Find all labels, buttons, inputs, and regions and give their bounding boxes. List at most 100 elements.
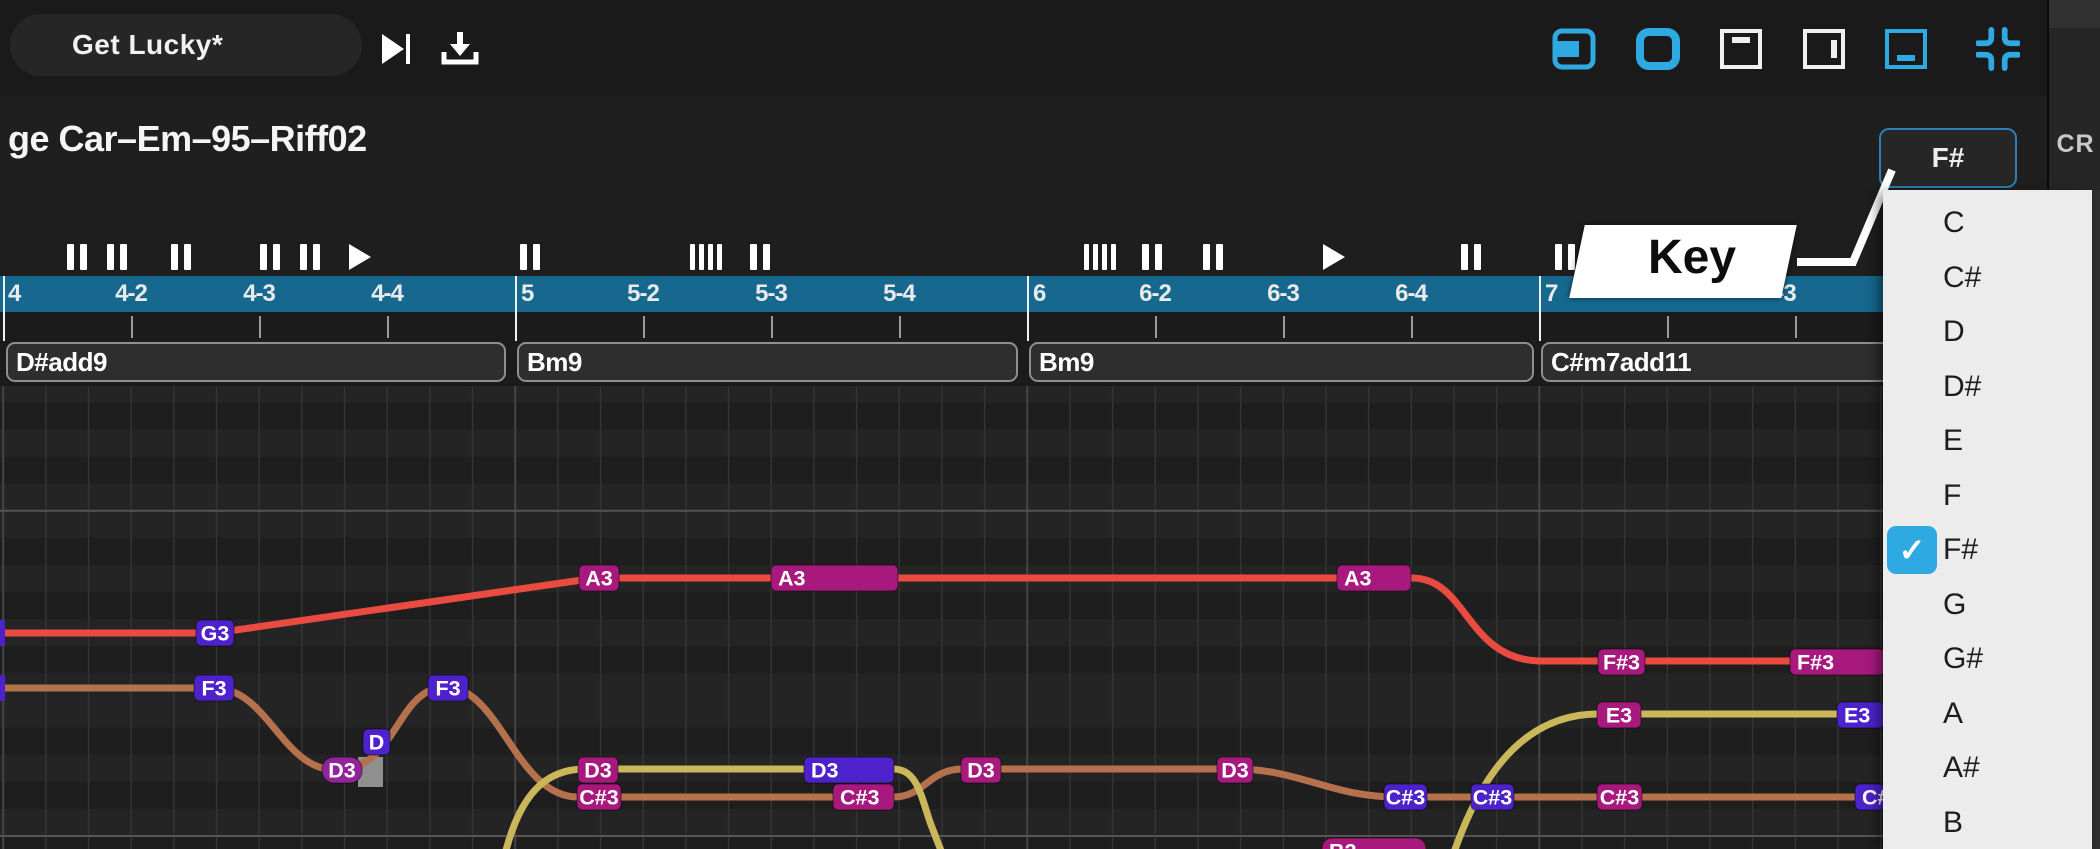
key-option-g[interactable]: G [1883,578,2092,632]
pause-marker[interactable] [67,244,87,270]
marker-bar [1461,244,1468,270]
panel-left-filled-button[interactable] [1552,28,1596,70]
note-text: C#3 [1600,786,1639,810]
note-label-d3[interactable]: D3 [960,756,1002,784]
chord-track: D#add9 Bm9 Bm9 C#m7add11 [0,341,2100,386]
chord-block[interactable]: Bm9 [517,342,1018,382]
note-label-a3[interactable]: A3 [1336,564,1412,592]
app-window: Get Lucky* ge Car–Em–95–Riff02 CR F# 4 4… [0,0,2100,849]
key-option-fs[interactable]: ✓ F# [1883,523,2092,577]
note-label-b2[interactable]: B2 [1321,837,1427,849]
note-label-f3[interactable]: F3 [193,674,235,702]
panel-top-button[interactable] [1719,29,1763,69]
panel-main-button[interactable] [1636,28,1680,70]
measure-line [3,276,5,341]
key-button[interactable]: F# [1879,128,2017,188]
key-option-a[interactable]: A [1883,687,2092,741]
song-title-pill[interactable]: Get Lucky* [10,14,362,76]
panel-right-button[interactable] [1802,29,1846,69]
pause-marker[interactable] [260,244,280,270]
pause-marker[interactable] [750,244,770,270]
panel-bottom-button[interactable] [1884,29,1928,69]
note-label-cs3[interactable]: C#3 [832,783,895,811]
transport-strip [0,190,2100,276]
roll-dark-row [0,836,2100,849]
note-label-d3[interactable]: D3 [1216,756,1254,784]
key-option-b[interactable]: B [1883,796,2092,849]
pause-marker[interactable] [1555,244,1575,270]
dropdown-edge-strip [2092,190,2100,849]
chord-block[interactable]: Bm9 [1029,342,1534,382]
chord-block[interactable]: D#add9 [6,342,506,382]
beat-tick [1411,316,1413,338]
timeline-label: 6-3 [1267,280,1300,307]
quad-marker[interactable] [1084,244,1116,270]
note-text: D [369,731,385,755]
key-option-cs[interactable]: C# [1883,251,2092,305]
timeline-label: 5-2 [627,280,660,307]
note-label-g3[interactable]: G3 [195,619,235,647]
marker-bar [1155,244,1162,270]
note-label-e3[interactable]: E3 [1596,701,1642,729]
note-label-cs3[interactable]: C#3 [576,783,622,811]
marker-bar [1102,244,1107,270]
timeline-label: 7 [1545,280,1558,307]
pause-marker[interactable] [1461,244,1481,270]
note-text: E3 [1606,704,1632,728]
note-label-f3[interactable]: F3 [427,674,469,702]
pause-marker[interactable] [1142,244,1162,270]
note-label-d3[interactable]: D3 [803,756,895,784]
piano-roll[interactable]: G3 F3 F3 D D3 D3 C#3 A3 A3 D3 C#3 D3 D3 A3 C#3 C#3 C#3 F#… [0,386,2100,849]
note-label-a3[interactable]: A3 [578,564,620,592]
download-button[interactable] [438,30,482,68]
pause-marker[interactable] [520,244,540,270]
marker-bar [120,244,127,270]
note-label-cs3[interactable]: C#3 [1596,783,1643,811]
marker-bar [67,244,74,270]
marker-bar [1084,244,1089,270]
note-label-cs3[interactable]: C#3 [1383,783,1428,811]
pause-marker[interactable] [300,244,320,270]
key-option-c[interactable]: C [1883,196,2092,250]
note-text: D3 [328,759,356,783]
note-label-fs3[interactable]: F#3 [1789,648,1886,676]
timeline-ruler[interactable]: 4 4-2 4-3 4-4 5 5-2 5-3 5-4 6 6-2 6-3 6-4 7 -3 [0,276,2100,312]
roll-dark-row [0,402,2100,430]
pause-marker[interactable] [1203,244,1223,270]
pause-marker[interactable] [171,244,191,270]
pause-marker[interactable] [107,244,127,270]
check-icon: ✓ [1887,526,1937,574]
beat-tick [771,316,773,338]
note-label-d3[interactable]: D3 [321,756,363,784]
key-option-gs[interactable]: G# [1883,632,2092,686]
note-label-fs3[interactable]: F#3 [1597,648,1646,676]
key-option-label: F [1943,478,1962,512]
key-option-as[interactable]: A# [1883,741,2092,795]
note-label-a3[interactable]: A3 [770,564,899,592]
note-text: D3 [967,759,995,783]
measure-line [1027,276,1029,341]
play-marker[interactable] [349,244,371,270]
play-marker[interactable] [1323,244,1345,270]
roll-dark-row [0,537,2100,565]
marker-bar [273,244,280,270]
top-bar: Get Lucky* [0,0,2100,99]
key-option-ds[interactable]: D# [1883,360,2092,414]
key-option-f[interactable]: F [1883,469,2092,523]
note-label-d3[interactable]: D3 [577,756,619,784]
key-option-e[interactable]: E [1883,414,2092,468]
note-label-d[interactable]: D [362,728,391,756]
beat-tick [1667,316,1669,338]
note-label-cs3[interactable]: C#3 [1470,783,1515,811]
key-option-label: E [1943,424,1964,457]
skip-to-end-button[interactable] [375,30,419,68]
marker-bar [699,244,704,270]
marker-bar [171,244,178,270]
cr-label: CR [2056,130,2095,158]
collapse-button[interactable] [1976,27,2020,71]
timeline-label: 6-2 [1139,280,1172,307]
note-label-e3[interactable]: E3 [1836,701,1886,729]
quad-marker[interactable] [690,244,722,270]
roll-dark-row [0,456,2100,484]
key-option-d[interactable]: D [1883,305,2092,359]
